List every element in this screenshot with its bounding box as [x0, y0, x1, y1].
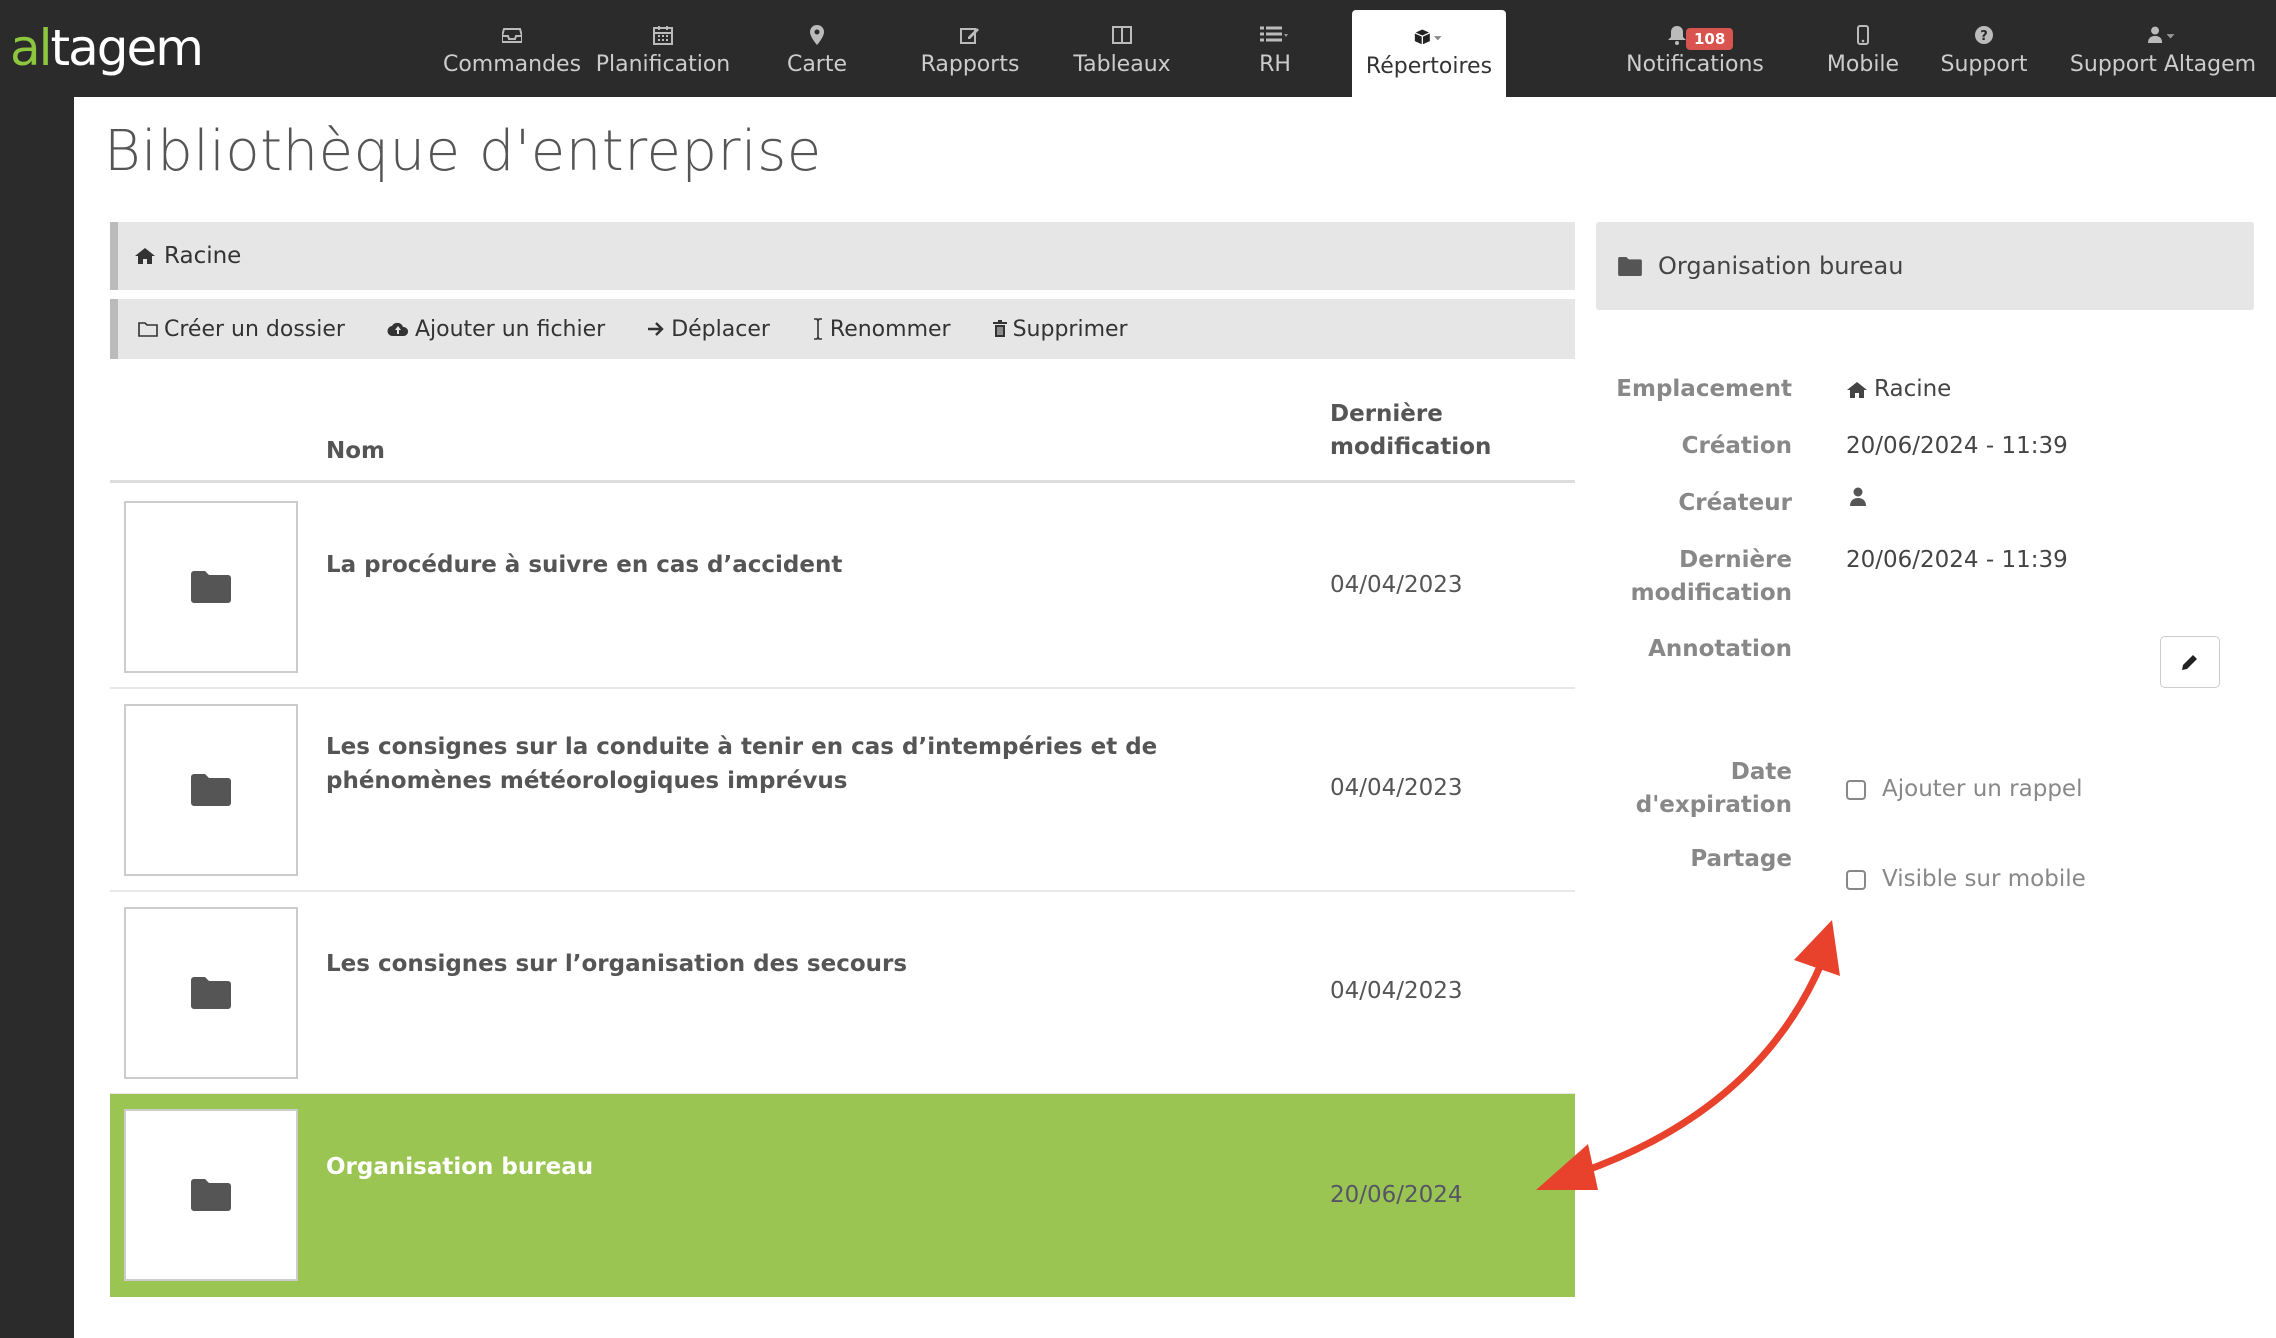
annotation-arrow	[1536, 920, 1840, 1190]
